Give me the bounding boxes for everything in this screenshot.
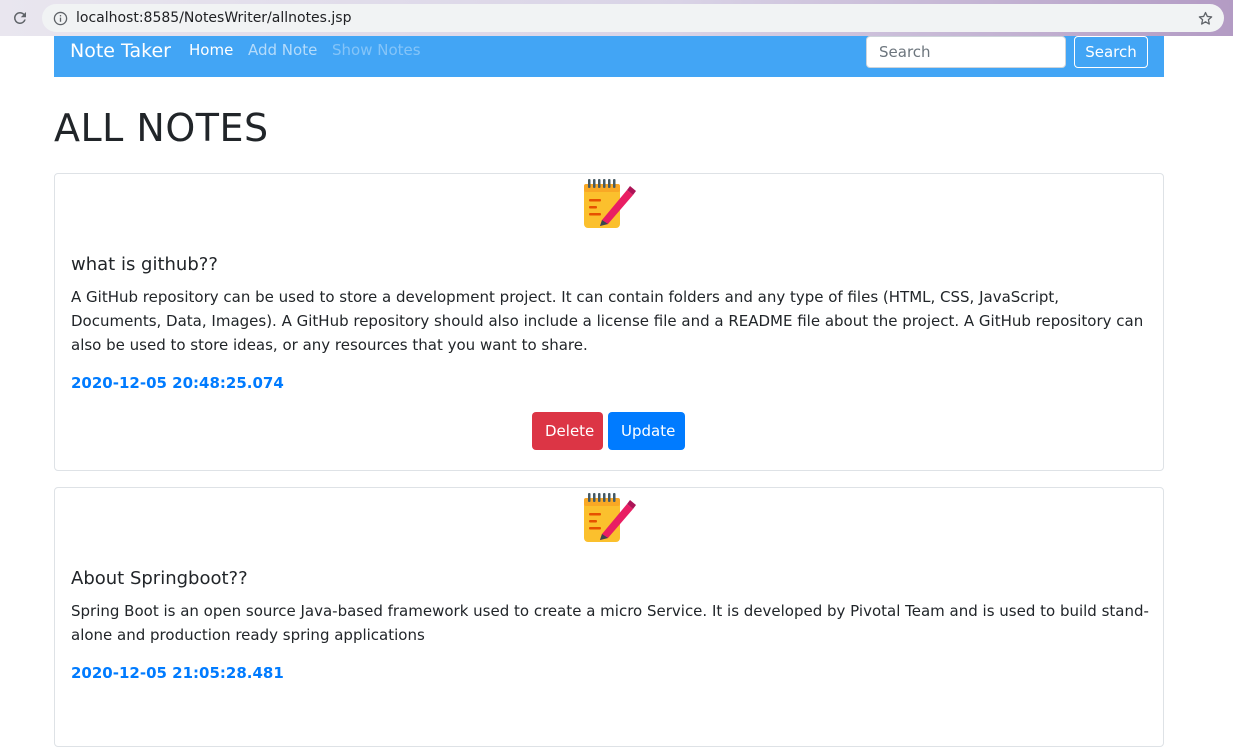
reload-icon[interactable] xyxy=(8,6,32,30)
note-title: About Springboot?? xyxy=(71,568,248,589)
search-input[interactable] xyxy=(866,36,1066,68)
bookmark-star-icon[interactable] xyxy=(1196,9,1214,27)
update-button[interactable]: Update xyxy=(608,412,685,450)
note-content: Spring Boot is an open source Java-based… xyxy=(71,602,1149,644)
nav-link-add-note[interactable]: Add Note xyxy=(248,41,317,59)
note-date: 2020-12-05 20:48:25.074 xyxy=(71,374,284,392)
note-date: 2020-12-05 21:05:28.481 xyxy=(71,664,284,682)
browser-toolbar: localhost:8585/NotesWriter/allnotes.jsp xyxy=(0,0,1233,36)
delete-button[interactable]: Delete xyxy=(532,412,603,450)
navbar: Note Taker Home Add Note Show Notes Sear… xyxy=(54,36,1164,77)
page-container: Note Taker Home Add Note Show Notes Sear… xyxy=(54,36,1164,747)
search-button[interactable]: Search xyxy=(1074,36,1148,68)
page-title: ALL NOTES xyxy=(54,106,269,150)
note-card: what is github?? A GitHub repository can… xyxy=(54,173,1164,471)
nav-link-show-notes[interactable]: Show Notes xyxy=(332,41,421,59)
url-text: localhost:8585/NotesWriter/allnotes.jsp xyxy=(76,10,352,26)
note-card: About Springboot?? Spring Boot is an ope… xyxy=(54,487,1164,747)
navbar-brand[interactable]: Note Taker xyxy=(70,40,171,62)
note-content: A GitHub repository can be used to store… xyxy=(71,288,1144,354)
notepad-icon xyxy=(584,179,636,228)
note-actions: Delete Update xyxy=(532,412,685,450)
info-icon[interactable] xyxy=(53,11,68,26)
notepad-icon xyxy=(584,493,636,542)
note-title: what is github?? xyxy=(71,254,218,275)
nav-link-home[interactable]: Home xyxy=(189,41,233,59)
address-bar[interactable]: localhost:8585/NotesWriter/allnotes.jsp xyxy=(42,4,1224,32)
